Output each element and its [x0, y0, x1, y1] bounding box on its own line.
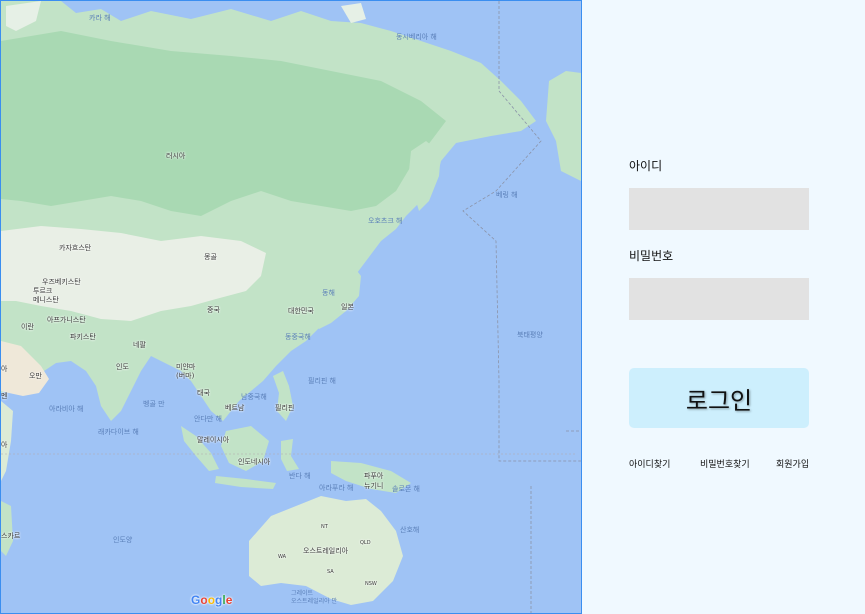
find-id-link[interactable]: 아이디찾기	[629, 457, 670, 470]
alaska	[546, 71, 581, 181]
map-label-yemen: 멘	[1, 392, 8, 400]
map-label-kara-sea: 카라 해	[89, 14, 111, 22]
map-label-arafura-sea: 아라푸라 해	[319, 484, 354, 492]
map-label-africa-edge: 아	[1, 365, 8, 373]
login-button[interactable]: 로그인	[629, 368, 809, 428]
map-label-wa: WA	[278, 554, 287, 560]
map-label-vietnam: 베트남	[225, 404, 245, 412]
map-label-turkmenistan: 투르크 메니스탄	[33, 287, 59, 304]
map-label-nsw: NSW	[365, 581, 377, 587]
map-label-andaman-sea: 안다만 해	[194, 415, 222, 423]
map-label-east-siberian-sea: 동시베리아 해	[396, 33, 437, 41]
map-label-papua-new-guinea: 파푸아 뉴기니	[364, 472, 384, 490]
map-label-bay-of-bengal: 벵골 만	[143, 400, 165, 408]
map-label-great-australian-bight: 그레이트 오스트레일리아 만	[291, 590, 338, 605]
map-label-east-sea: 동해	[322, 289, 335, 297]
map-label-afghanistan: 아프가니스탄	[47, 316, 86, 324]
google-logo-letter: o	[207, 593, 216, 607]
map-label-madagascar-edge: 스카르	[1, 532, 21, 540]
map-label-africa-edge-2: 아	[1, 441, 8, 449]
google-logo-letter: e	[225, 593, 233, 607]
id-label: 아이디	[629, 159, 663, 173]
google-logo-letter: G	[191, 593, 201, 607]
id-input[interactable]	[629, 188, 809, 230]
map-label-indian-ocean: 인도양	[113, 536, 133, 544]
map-label-nt: NT	[321, 524, 328, 530]
map-label-solomon-sea: 솔로몬 해	[392, 485, 420, 493]
sumatra	[181, 426, 219, 471]
map-label-mongolia: 몽골	[204, 253, 217, 261]
map-label-nepal: 네팔	[133, 341, 146, 349]
java	[215, 476, 276, 489]
map-label-india: 인도	[116, 363, 129, 371]
map-view[interactable]: 카라 해 동시베리아 해 러시아 오호츠크 해 베링 해 카자흐스탄 몽골 우즈…	[0, 0, 582, 614]
password-label: 비밀번호	[629, 249, 674, 263]
map-label-bering-sea: 베링 해	[496, 191, 518, 199]
severnaya-zemlya	[341, 3, 366, 23]
map-label-philippine-sea: 필리핀 해	[308, 377, 336, 385]
map-label-north-pacific: 북태평양	[517, 331, 543, 339]
map-label-south-korea: 대한민국	[288, 307, 314, 315]
map-label-sa: SA	[327, 569, 334, 575]
map-label-thailand: 태국	[197, 389, 210, 397]
map-label-philippines: 필리핀	[275, 404, 295, 412]
map-label-coral-sea: 산호해	[400, 526, 420, 534]
boundary-east	[530, 430, 581, 613]
map-label-laccadive-sea: 래카다이브 해	[98, 428, 139, 436]
map-label-russia: 러시아	[166, 152, 186, 160]
map-label-australia: 오스트레일리아	[303, 547, 349, 555]
map-label-oman: 오만	[29, 372, 42, 380]
map-label-okhotsk-sea: 오호츠크 해	[368, 217, 403, 225]
map-label-myanmar: 미얀마 (버마)	[176, 363, 196, 380]
map-label-kazakhstan: 카자흐스탄	[59, 244, 92, 252]
signup-link[interactable]: 회원가입	[776, 457, 809, 470]
map-label-malaysia: 말레이시아	[197, 436, 230, 444]
madagascar-edge	[1, 501, 13, 556]
map-label-qld: QLD	[360, 540, 371, 546]
sulawesi	[281, 439, 299, 471]
map-label-south-china-sea: 남중국해	[241, 393, 267, 401]
map-label-banda-sea: 반다 해	[289, 472, 311, 480]
google-logo: Google	[191, 593, 232, 607]
find-password-link[interactable]: 비밀번호찾기	[700, 457, 750, 470]
map-label-japan: 일본	[341, 303, 354, 311]
map-label-china: 중국	[207, 306, 220, 314]
map-label-indonesia: 인도네시아	[238, 458, 271, 466]
map-label-arabian-sea: 아라비아 해	[49, 405, 84, 413]
login-panel: 아이디 비밀번호 로그인 아이디찾기 비밀번호찾기 회원가입	[584, 0, 865, 614]
map-label-pakistan: 파키스탄	[70, 333, 96, 341]
map-label-uzbekistan: 우즈베키스탄	[42, 278, 81, 286]
philippines	[273, 371, 293, 421]
google-logo-letter: o	[200, 593, 208, 607]
password-input[interactable]	[629, 278, 809, 320]
map-label-iran: 이란	[21, 323, 34, 331]
map-label-east-china-sea: 동중국해	[285, 333, 311, 341]
